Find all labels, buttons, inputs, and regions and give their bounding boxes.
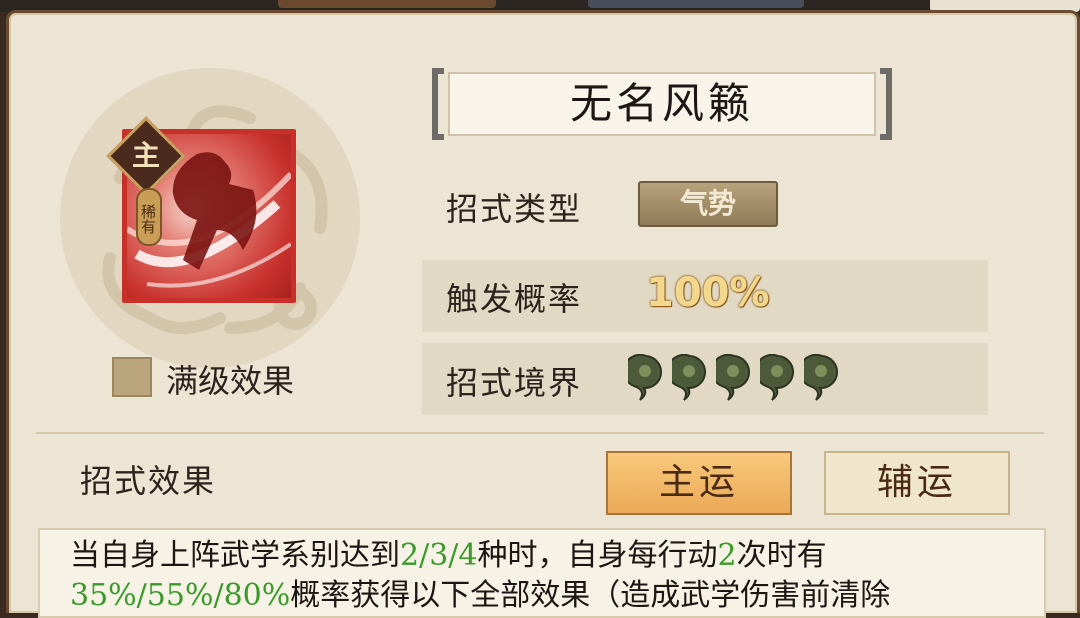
type-label: 招式类型: [446, 190, 583, 228]
effect-text: 种时，自身每行动: [477, 538, 718, 573]
top-tab-right[interactable]: [588, 0, 804, 8]
skill-name-frame: 无名风籁: [432, 68, 892, 140]
skill-name: 无名风籁: [448, 72, 876, 136]
realm-label: 招式境界: [446, 364, 583, 402]
main-badge-label: 主: [131, 139, 160, 172]
bracket-right: [880, 68, 892, 140]
rate-value: 100%: [646, 270, 770, 316]
effect-line-1: 当自身上阵武学系别达到2/3/4种时，自身每行动2次时有: [70, 536, 1014, 576]
tab-aux-practice[interactable]: 辅运: [824, 451, 1010, 515]
realm-jewel-icon: [672, 354, 706, 401]
bracket-left: [432, 68, 444, 140]
effect-line-2: 35%/55%/80%概率获得以下全部效果（造成武学伤害前清除: [70, 576, 1014, 616]
effect-title: 招式效果: [80, 462, 217, 500]
effect-text: 次时有: [736, 538, 827, 573]
realm-jewel-icon: [760, 354, 794, 401]
effect-description: 当自身上阵武学系别达到2/3/4种时，自身每行动2次时有 35%/55%/80%…: [38, 528, 1046, 618]
realm-jewel-icon: [716, 354, 750, 401]
rarity-tag: 稀有: [136, 188, 162, 246]
effect-text: 概率获得以下全部效果（造成武学伤害前清除: [290, 578, 891, 613]
max-level-label[interactable]: 满级效果: [166, 356, 294, 402]
effect-highlight: 35%/55%/80%: [70, 578, 291, 613]
tab-main-practice[interactable]: 主运: [606, 451, 792, 515]
rate-label: 触发概率: [446, 280, 583, 318]
type-value-badge: 气势: [638, 181, 778, 227]
realm-jewel-icon: [804, 354, 838, 401]
realm-jewel-icon: [628, 354, 662, 401]
effect-text: 当自身上阵武学系别达到: [70, 538, 400, 573]
max-level-checkbox[interactable]: [112, 357, 152, 397]
section-divider: [36, 432, 1044, 434]
top-tab-left[interactable]: [278, 0, 496, 8]
effect-highlight: 2: [717, 538, 737, 573]
effect-highlight: 2/3/4: [400, 538, 478, 573]
